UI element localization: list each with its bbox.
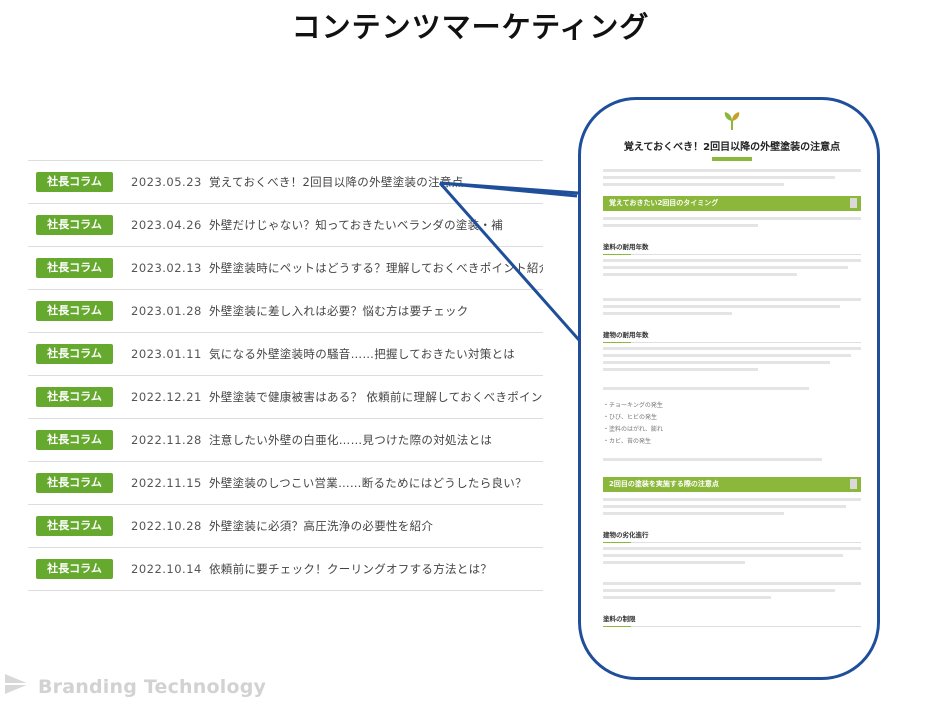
category-badge: 社長コラム [36, 301, 113, 321]
list-item[interactable]: 社長コラム 2022.10.28 外壁塗装に必須？高圧洗浄の必要性を紹介 [28, 505, 543, 548]
subheading: 建物の劣化進行 [603, 529, 861, 543]
post-date: 2023.05.23 [131, 175, 202, 189]
brand-logo-icon [5, 674, 29, 694]
text-line [603, 361, 831, 364]
subheading: 塗料の耐用年数 [603, 241, 861, 255]
list-item[interactable]: 社長コラム 2023.01.28 外壁塗装に差し入れは必要？悩む方は要チェック [28, 290, 543, 333]
post-title-link[interactable]: 外壁塗装時にペットはどうする？理解しておくべきポイント紹介 [209, 260, 543, 276]
brand-watermark: Branding Technology [38, 676, 267, 698]
text-line [603, 217, 861, 220]
text-line [603, 183, 784, 186]
text-line [603, 582, 861, 585]
text-line [603, 259, 861, 262]
column-list: 社長コラム 2023.05.23 覚えておくべき！2回目以降の外壁塗装の注意点 … [28, 160, 543, 591]
section-heading: 2回目の塗装を実施する際の注意点 [603, 477, 861, 492]
text-line [603, 596, 771, 599]
text-line [603, 298, 861, 301]
list-item[interactable]: 社長コラム 2023.01.11 気になる外壁塗装時の騒音……把握しておきたい対… [28, 333, 543, 376]
post-title-link[interactable]: 覚えておくべき！2回目以降の外壁塗装の注意点 [209, 174, 464, 190]
subheading: 建物の耐用年数 [603, 329, 861, 343]
text-line [603, 498, 861, 501]
article-preview-bubble: 覚えておくべき！2回目以降の外壁塗装の注意点 覚えておきたい2回目のタイミング … [578, 97, 880, 680]
text-line [603, 589, 836, 592]
post-date: 2022.11.28 [131, 433, 202, 447]
text-line [603, 266, 849, 269]
post-title-link[interactable]: 依頼前に要チェック！クーリングオフする方法とは？ [209, 561, 492, 577]
list-item[interactable]: 社長コラム 2023.02.13 外壁塗装時にペットはどうする？理解しておくべき… [28, 247, 543, 290]
category-badge: 社長コラム [36, 516, 113, 536]
list-item[interactable]: 社長コラム 2023.05.23 覚えておくべき！2回目以降の外壁塗装の注意点 [28, 161, 543, 204]
category-badge: 社長コラム [36, 430, 113, 450]
category-badge: 社長コラム [36, 473, 113, 493]
text-line [603, 312, 732, 315]
bullet-list: ・チョーキングの発生 ・ひび、ヒビの発生 ・塗料のはがれ、膨れ ・カビ、苔の発生 [603, 402, 664, 445]
list-item[interactable]: 社長コラム 2022.12.21 外壁塗装で健康被害はある？ 依頼前に理解してお… [28, 376, 543, 419]
post-date: 2023.01.28 [131, 304, 202, 318]
title-underline [712, 157, 752, 161]
text-line [603, 512, 784, 515]
leaf-logo-icon [724, 112, 740, 130]
post-date: 2022.12.21 [131, 390, 202, 404]
text-line [603, 273, 797, 276]
article-preview: 覚えておくべき！2回目以降の外壁塗装の注意点 覚えておきたい2回目のタイミング … [603, 110, 861, 631]
text-line [603, 354, 851, 357]
post-date: 2023.04.26 [131, 218, 202, 232]
text-line [603, 554, 843, 557]
post-date: 2023.01.11 [131, 347, 202, 361]
post-title-link[interactable]: 外壁だけじゃない？知っておきたいベランダの塗装・補 [209, 217, 503, 233]
text-line [603, 387, 810, 390]
subheading: 塗料の制限 [603, 613, 861, 627]
post-title-link[interactable]: 外壁塗装に差し入れは必要？悩む方は要チェック [209, 303, 469, 319]
page-title: コンテンツマーケティング [291, 10, 650, 44]
text-line [603, 347, 861, 350]
post-date: 2022.10.28 [131, 519, 202, 533]
list-item[interactable]: 社長コラム 2022.11.15 外壁塗装のしつこい営業……断るためにはどうした… [28, 462, 543, 505]
post-date: 2022.11.15 [131, 476, 202, 490]
post-date: 2023.02.13 [131, 261, 202, 275]
post-title-link[interactable]: 気になる外壁塗装時の騒音……把握しておきたい対策とは [209, 346, 515, 362]
category-badge: 社長コラム [36, 344, 113, 364]
text-line [603, 505, 846, 508]
post-date: 2022.10.14 [131, 562, 202, 576]
section-heading: 覚えておきたい2回目のタイミング [603, 196, 861, 211]
list-item[interactable]: 社長コラム 2022.10.14 依頼前に要チェック！クーリングオフする方法とは… [28, 548, 543, 591]
text-line [603, 169, 861, 172]
list-item[interactable]: 社長コラム 2022.11.28 注意したい外壁の白亜化……見つけた際の対処法と… [28, 419, 543, 462]
category-badge: 社長コラム [36, 559, 113, 579]
post-title-link[interactable]: 注意したい外壁の白亜化……見つけた際の対処法とは [209, 432, 492, 448]
category-badge: 社長コラム [36, 215, 113, 235]
article-title: 覚えておくべき！2回目以降の外壁塗装の注意点 [623, 142, 841, 153]
text-line [603, 547, 861, 550]
text-line [603, 458, 823, 461]
category-badge: 社長コラム [36, 258, 113, 278]
text-line [603, 368, 758, 371]
text-line [603, 176, 836, 179]
text-line [603, 224, 758, 227]
list-item[interactable]: 社長コラム 2023.04.26 外壁だけじゃない？知っておきたいベランダの塗装… [28, 204, 543, 247]
text-line [603, 561, 745, 564]
post-title-link[interactable]: 外壁塗装に必須？高圧洗浄の必要性を紹介 [209, 518, 433, 534]
category-badge: 社長コラム [36, 172, 113, 192]
category-badge: 社長コラム [36, 387, 113, 407]
text-line [603, 305, 841, 308]
post-title-link[interactable]: 外壁塗装で健康被害はある？ 依頼前に理解しておくべきポイント [209, 389, 543, 405]
post-title-link[interactable]: 外壁塗装のしつこい営業……断るためにはどうしたら良い？ [209, 475, 527, 491]
